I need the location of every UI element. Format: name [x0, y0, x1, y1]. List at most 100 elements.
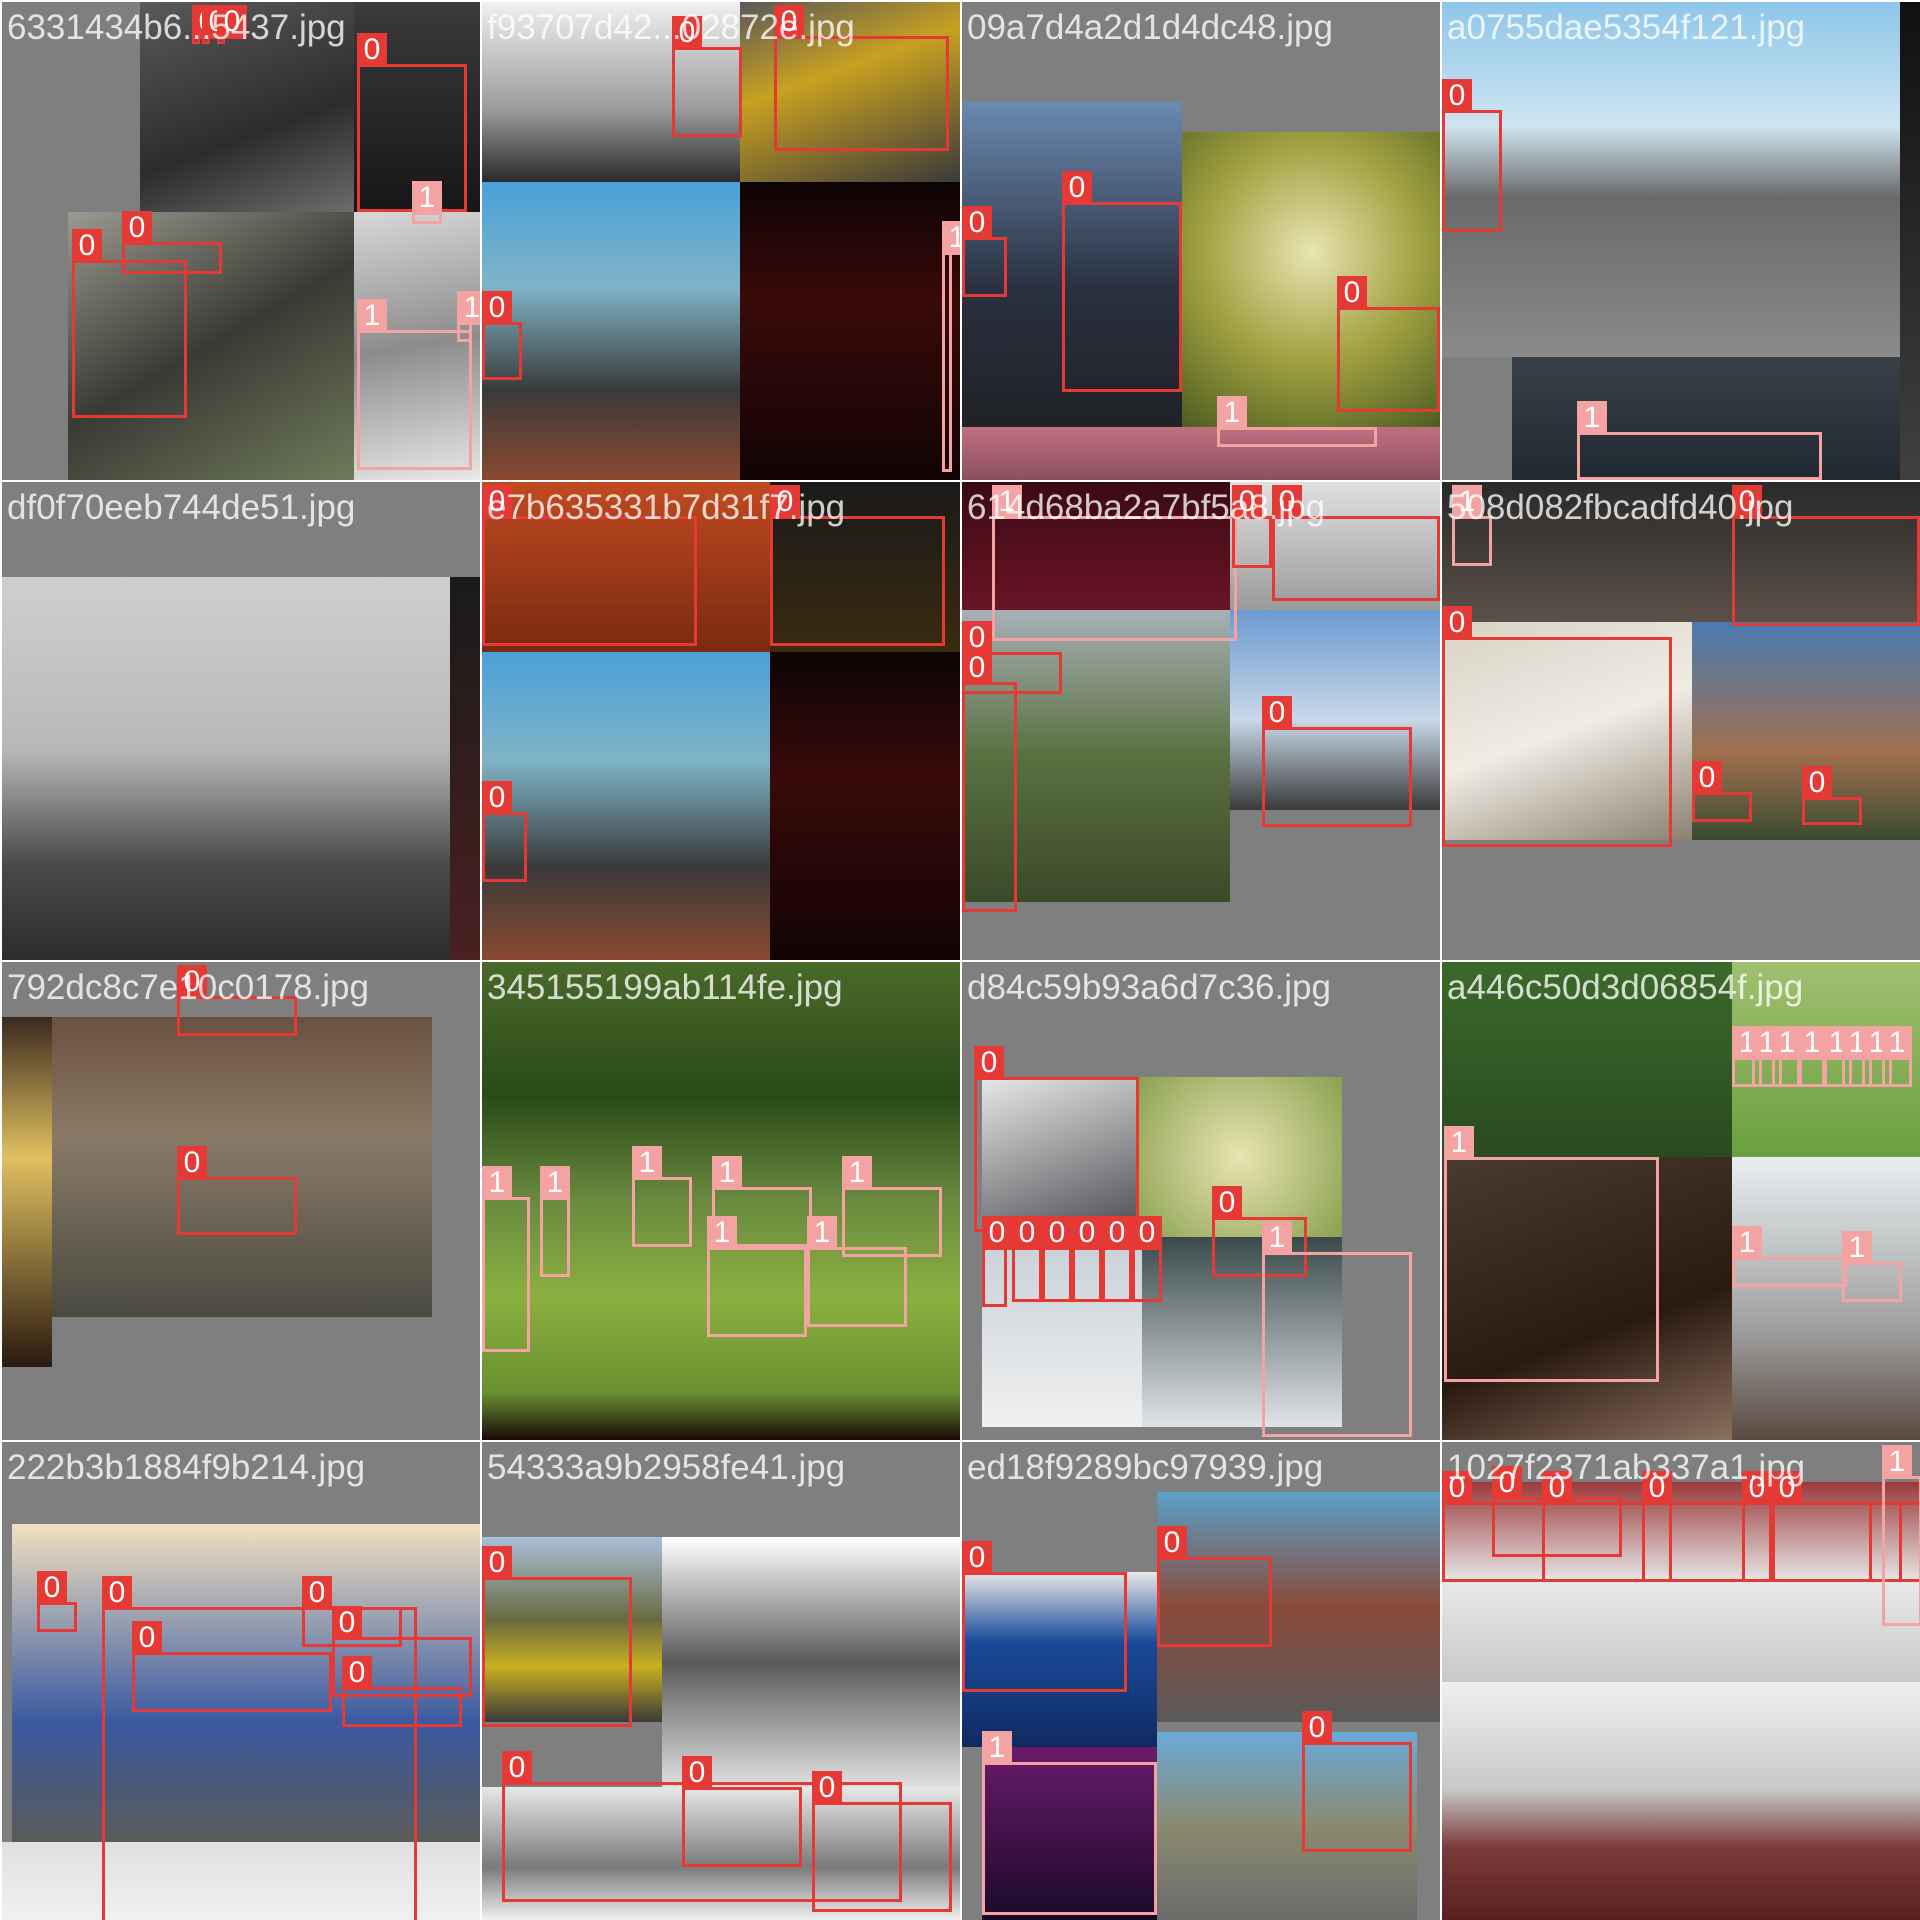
detection-box: 0 — [177, 1146, 297, 1235]
class-label: 0 — [302, 1576, 332, 1610]
detection-box: 0 — [672, 16, 742, 137]
detection-box: 0 — [482, 291, 522, 380]
tile-12: 1 1 1 1 1 1 1 1 1 1 1 a446c50d3d06854f.jpg — [1442, 962, 1920, 1440]
class-label: 1 — [457, 291, 480, 325]
class-label: 0 — [962, 621, 992, 655]
photo-region — [770, 652, 960, 960]
detection-box: 0 — [1442, 606, 1672, 847]
class-label: 0 — [177, 1146, 207, 1180]
tile-15: 0 0 1 0 ed18f9289bc97939.jpg — [962, 1442, 1440, 1920]
class-label: 0 — [332, 1606, 362, 1640]
tile-filename: 222b3b1884f9b214.jpg — [7, 1448, 366, 1487]
photo-region — [2, 577, 480, 960]
photo-region — [1442, 2, 1900, 357]
class-label: 1 — [1217, 396, 1247, 430]
photo-region — [450, 577, 480, 960]
detection-box: 1 — [412, 181, 442, 224]
class-label: 1 — [1732, 1226, 1762, 1260]
class-label: 0 — [342, 1656, 372, 1690]
class-label: 0 — [1337, 276, 1367, 310]
detection-box: 0 — [342, 1656, 462, 1727]
tile-8: 0 0 1 0 0 508d082fbcadfd40.jpg — [1442, 482, 1920, 960]
detection-box: 0 — [1102, 1216, 1132, 1302]
class-label: 0 — [482, 1546, 512, 1580]
detection-box: 1 — [992, 485, 1237, 641]
detection-box: 0 — [1272, 485, 1440, 601]
tile-11: 0 0 1 0 0 0 0 0 0 d84c59b93a6d7c36.jpg — [962, 962, 1440, 1440]
photo-region — [482, 652, 770, 960]
tile-filename: f93707d42...02872e.jpg — [487, 8, 855, 47]
class-label: 0 — [1072, 1216, 1102, 1250]
tile-filename: 508d082fbcadfd40.jpg — [1447, 488, 1794, 527]
detection-box: 0 — [982, 1216, 1012, 1307]
photo-region — [1442, 1682, 1920, 1920]
detection-box: 0 — [1012, 1216, 1042, 1302]
class-label: 0 — [1102, 1216, 1132, 1250]
detection-box: 0 — [774, 5, 949, 151]
tile-filename: a446c50d3d06854f.jpg — [1447, 968, 1804, 1007]
photo-region — [1900, 2, 1920, 480]
class-label: 1 — [412, 181, 442, 215]
class-label: 1 — [1882, 1445, 1912, 1479]
detection-box: 0 — [37, 1571, 77, 1632]
class-label: 1 — [1842, 1231, 1872, 1265]
detection-box: 1 — [982, 1731, 1157, 1915]
class-label: 1 — [632, 1146, 662, 1180]
detection-box: 1 — [1444, 1126, 1659, 1382]
class-label: 0 — [974, 1046, 1004, 1080]
detection-box: 1 — [707, 1216, 807, 1337]
class-label: 0 — [812, 1771, 842, 1805]
tile-2: 0 0 0 1 f93707d42...02872e.jpg — [482, 2, 960, 480]
class-label: 0 — [132, 1621, 162, 1655]
detection-box: 1 — [1577, 401, 1822, 480]
tile-filename: 1027f2371ab337a1.jpg — [1447, 1448, 1806, 1487]
tile-1: 0001110006331434b6...5437.jpg — [2, 2, 480, 480]
detection-box: 0 — [482, 485, 697, 646]
detection-box: 0 — [132, 1621, 332, 1712]
photo-region — [52, 1017, 432, 1317]
photo-region — [662, 1537, 960, 1787]
detection-box: 1 — [1842, 1231, 1902, 1302]
tile-3: 0 0 0 1 09a7d4a2d1d4dc48.jpg — [962, 2, 1440, 480]
class-label: 0 — [1012, 1216, 1042, 1250]
class-label: 1 — [1444, 1126, 1474, 1160]
tile-4: 0 1 a0755dae5354f121.jpg — [1442, 2, 1920, 480]
detection-box: 0 — [1692, 761, 1752, 822]
class-label: 1 — [942, 221, 960, 255]
tile-14: 0 0 0 0 54333a9b2958fe41.jpg — [482, 1442, 960, 1920]
tile-filename: 614d68ba2a7bf5a8.jpg — [967, 488, 1326, 527]
class-label: 1 — [357, 299, 387, 333]
class-label: 0 — [122, 211, 152, 245]
class-label: 0 — [1802, 766, 1832, 800]
mosaic-grid: 0001110006331434b6...5437.jpg0001f93707d… — [0, 0, 1920, 1920]
class-label: 1 — [982, 1731, 1012, 1765]
class-label: 0 — [1132, 1216, 1162, 1250]
tile-filename: 6331434b6...5437.jpg — [7, 8, 346, 47]
class-label: 0 — [982, 1216, 1012, 1250]
detection-box: 0 — [770, 485, 945, 646]
class-label: 0 — [482, 291, 512, 325]
detection-box: 1 — [1732, 1226, 1847, 1287]
detection-box: 0 — [482, 1546, 632, 1727]
class-label: 0 — [102, 1576, 132, 1610]
class-label: 0 — [482, 781, 512, 815]
detection-box: 1 — [540, 1166, 570, 1277]
class-label: 0 — [357, 33, 387, 67]
tile-filename: 345155199ab114fe.jpg — [487, 968, 843, 1007]
class-label: 1 — [1577, 401, 1607, 435]
detection-box: 1 — [1262, 1221, 1412, 1437]
class-label: 0 — [962, 651, 992, 685]
class-label: 0 — [1157, 1526, 1187, 1560]
class-label: 1 — [807, 1216, 837, 1250]
detection-box: 1 — [1882, 1026, 1912, 1087]
class-label: 1 — [1262, 1221, 1292, 1255]
class-label: 0 — [502, 1751, 532, 1785]
detection-box: 0 — [1132, 1216, 1162, 1302]
class-label: 0 — [962, 1541, 992, 1575]
class-label: 0 — [37, 1571, 67, 1605]
detection-box: 0 — [1062, 171, 1182, 392]
detection-box: 0 — [1442, 79, 1502, 232]
tile-6: 0 0 0 e7b635331b7d31f7.jpg — [482, 482, 960, 960]
tile-filename: a0755dae5354f121.jpg — [1447, 8, 1806, 47]
detection-box: 1 — [457, 291, 480, 342]
